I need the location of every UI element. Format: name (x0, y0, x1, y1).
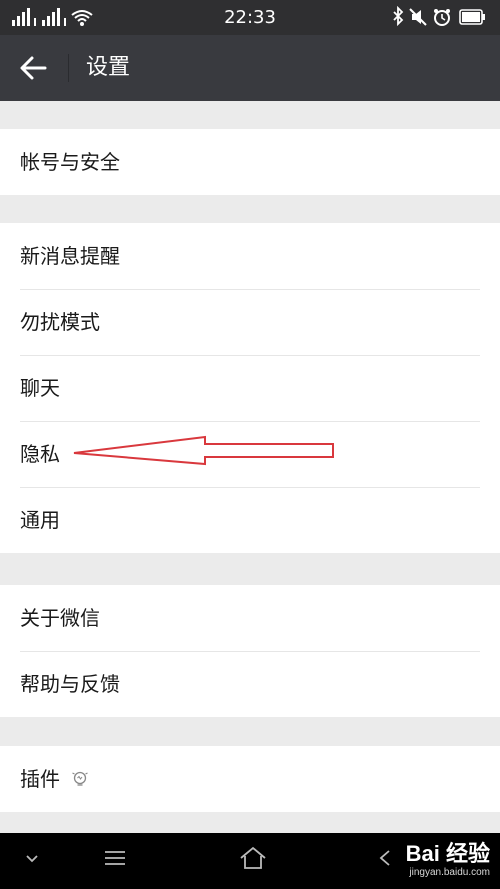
page-title: 设置 (86, 55, 131, 80)
header-divider (68, 54, 69, 82)
settings-item-label: 通用 (20, 508, 60, 532)
settings-item-chat[interactable]: 聊天 (0, 355, 500, 421)
settings-item-account-security[interactable]: 帐号与安全 (0, 129, 500, 195)
settings-group-about: 关于微信 帮助与反馈 (0, 585, 500, 717)
chevron-down-icon[interactable] (22, 843, 42, 873)
menu-icon[interactable] (100, 843, 130, 873)
watermark-url: jingyan.baidu.com (409, 867, 490, 878)
settings-item-label: 聊天 (20, 376, 60, 400)
settings-item-help-feedback[interactable]: 帮助与反馈 (0, 651, 500, 717)
settings-item-label: 关于微信 (20, 606, 100, 630)
settings-item-privacy[interactable]: 隐私 (0, 421, 500, 487)
settings-list: 帐号与安全 新消息提醒 勿扰模式 聊天 隐私 通用 关于微信 帮助与反馈 插件 (0, 101, 500, 833)
settings-item-about[interactable]: 关于微信 (0, 585, 500, 651)
system-nav-bar: Bai 经验 jingyan.baidu.com (0, 833, 500, 889)
settings-item-label: 插件 (20, 767, 60, 791)
status-icons (393, 5, 485, 27)
watermark: Bai 经验 jingyan.baidu.com (406, 841, 490, 879)
settings-item-label: 帮助与反馈 (20, 672, 120, 696)
settings-item-new-message-alerts[interactable]: 新消息提醒 (0, 223, 500, 289)
back-icon[interactable] (372, 843, 402, 873)
home-icon[interactable] (237, 843, 269, 873)
settings-item-plugins[interactable]: 插件 (0, 746, 500, 812)
alarm-icon (434, 9, 450, 26)
settings-group-account: 帐号与安全 (0, 129, 500, 195)
mute-icon (409, 8, 427, 26)
lightbulb-icon (72, 771, 89, 786)
settings-item-label: 隐私 (20, 442, 60, 466)
status-right-icons (390, 5, 490, 28)
status-bar: 22:33 (0, 0, 500, 35)
battery-icon (459, 9, 485, 25)
settings-group-main: 新消息提醒 勿扰模式 聊天 隐私 通用 (0, 223, 500, 553)
back-button[interactable] (10, 45, 58, 91)
settings-item-label: 新消息提醒 (20, 244, 120, 268)
settings-item-general[interactable]: 通用 (0, 487, 500, 553)
arrow-left-icon (20, 56, 47, 80)
header-bar: 设置 (0, 35, 500, 101)
bluetooth-icon (393, 5, 404, 27)
settings-item-do-not-disturb[interactable]: 勿扰模式 (0, 289, 500, 355)
settings-group-plugins: 插件 (0, 746, 500, 812)
watermark-brand: Bai 经验 (405, 841, 490, 866)
settings-item-label: 勿扰模式 (20, 310, 100, 334)
settings-item-label: 帐号与安全 (20, 150, 120, 174)
